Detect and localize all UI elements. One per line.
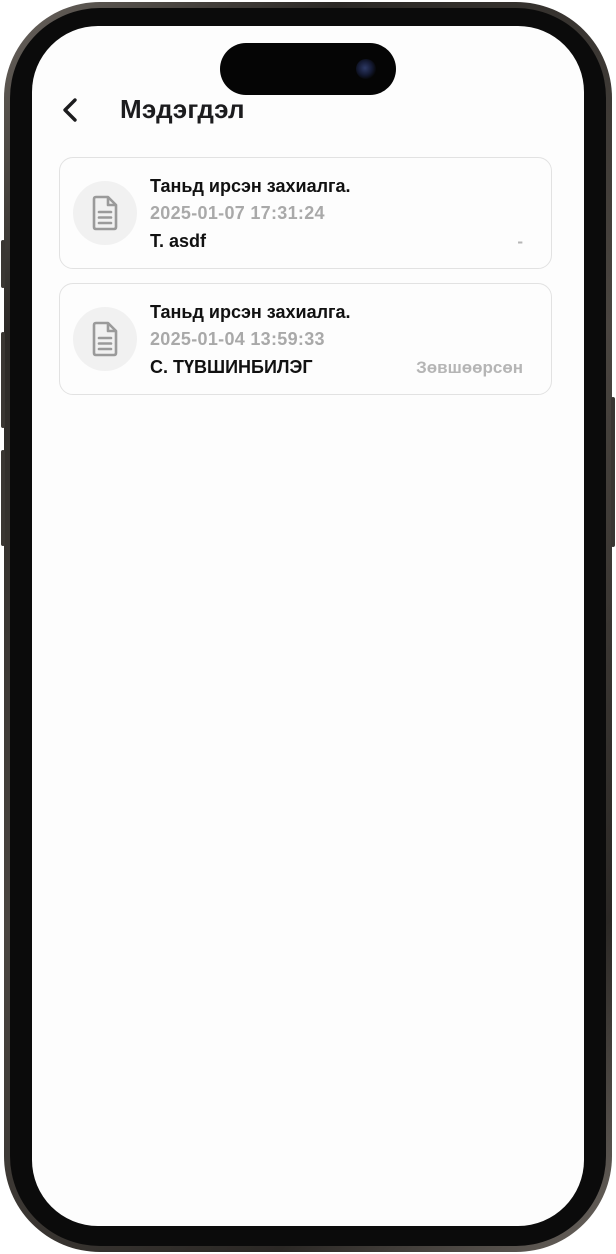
notification-datetime: 2025-01-07 17:31:24 [150, 203, 325, 223]
notification-title: Таньд ирсэн захиалга. [150, 176, 351, 196]
notification-customer-name: T. asdf [150, 231, 207, 251]
header: Мэдэгдэл [32, 88, 584, 132]
notification-status: Зөвшөөрсөн [416, 358, 523, 377]
document-icon [92, 195, 118, 231]
chevron-left-icon [63, 98, 77, 122]
power-button [611, 397, 615, 547]
document-icon [92, 321, 118, 357]
notification-customer-name: С. ТҮВШИНБИЛЭГ [150, 357, 313, 377]
notification-status: - [517, 232, 523, 251]
volume-up-button [1, 332, 5, 428]
notification-datetime: 2025-01-04 13:59:33 [150, 329, 325, 349]
camera-icon [356, 59, 376, 79]
volume-down-button [1, 450, 5, 546]
notification-icon-circle [73, 181, 137, 245]
notification-card[interactable]: Таньд ирсэн захиалга. 2025-01-07 17:31:2… [59, 157, 552, 269]
notification-list: Таньд ирсэн захиалга. 2025-01-07 17:31:2… [59, 157, 552, 409]
page-title: Мэдэгдэл [120, 94, 245, 124]
notification-card[interactable]: Таньд ирсэн захиалга. 2025-01-04 13:59:3… [59, 283, 552, 395]
notification-title: Таньд ирсэн захиалга. [150, 302, 351, 322]
action-button [1, 240, 5, 288]
screen: Мэдэгдэл Таньд ирсэн захиалга. 2025-01-0… [32, 26, 584, 1226]
back-button[interactable] [54, 92, 86, 128]
notification-icon-circle [73, 307, 137, 371]
